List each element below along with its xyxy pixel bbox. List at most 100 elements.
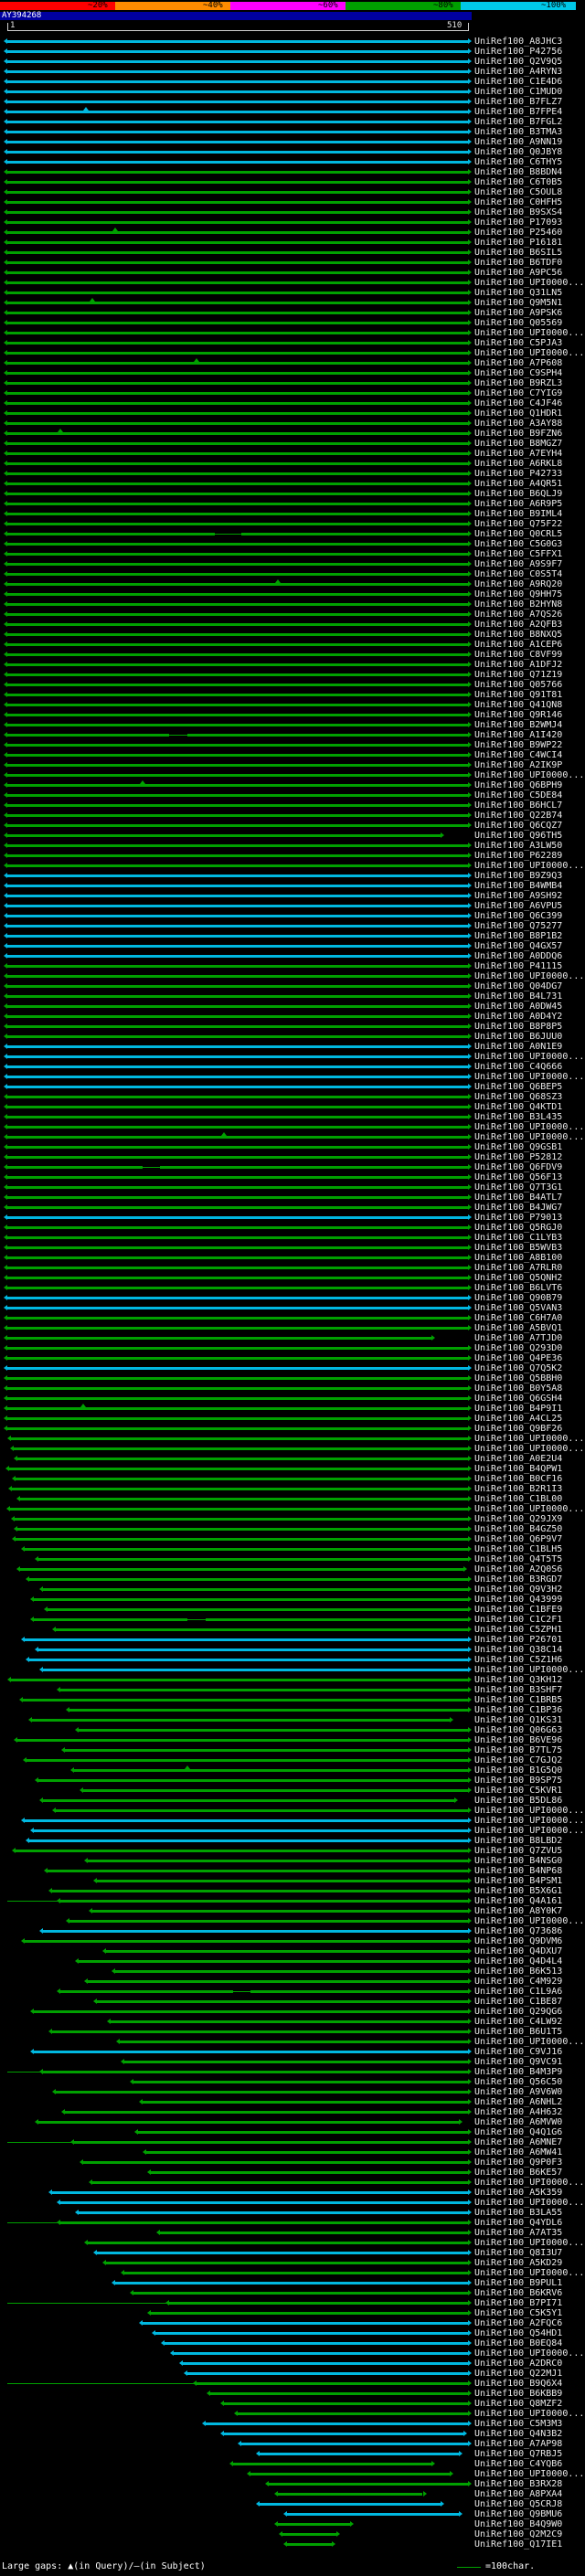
hit-bar[interactable]: [79, 1729, 468, 1732]
hit-label[interactable]: UniRef100_Q6BEP5: [474, 1083, 562, 1092]
hit-bar[interactable]: [7, 864, 468, 867]
hit-label[interactable]: UniRef100_B9Z9Q3: [474, 872, 562, 881]
hit-bar[interactable]: [7, 653, 468, 656]
hit-label[interactable]: UniRef100_B9WP22: [474, 741, 562, 750]
hit-label[interactable]: UniRef100_B3L435: [474, 1113, 562, 1122]
hit-bar[interactable]: [197, 2382, 468, 2385]
hit-bar[interactable]: [7, 482, 468, 485]
hit-label[interactable]: UniRef100_Q8MZF2: [474, 2400, 562, 2409]
hit-bar[interactable]: [7, 573, 468, 576]
hit-bar[interactable]: [38, 1558, 468, 1561]
hit-label[interactable]: UniRef100_B9PUL1: [474, 2279, 562, 2288]
hit-bar[interactable]: [7, 804, 468, 807]
hit-label[interactable]: UniRef100_C4LW92: [474, 2018, 562, 2027]
hit-bar[interactable]: [7, 523, 468, 525]
hit-bar[interactable]: [151, 2312, 468, 2315]
hit-label[interactable]: UniRef100_B3LA55: [474, 2209, 562, 2218]
hit-label[interactable]: UniRef100_C5K5Y1: [474, 2309, 562, 2318]
hit-label[interactable]: UniRef100_A6MNE7: [474, 2138, 562, 2147]
hit-label[interactable]: UniRef100_Q4N3B2: [474, 2430, 562, 2439]
hit-bar[interactable]: [7, 402, 468, 405]
hit-bar[interactable]: [7, 171, 468, 174]
hit-label[interactable]: UniRef100_UPI0000...: [474, 1917, 584, 1926]
hit-bar[interactable]: [7, 101, 468, 103]
hit-bar[interactable]: [7, 60, 468, 63]
hit-label[interactable]: UniRef100_Q1HDR1: [474, 409, 562, 419]
hit-label[interactable]: UniRef100_Q5VAN3: [474, 1304, 562, 1313]
hit-bar[interactable]: [7, 141, 468, 143]
hit-bar[interactable]: [7, 563, 468, 566]
hit-label[interactable]: UniRef100_UPI0000...: [474, 2038, 584, 2047]
hit-label[interactable]: UniRef100_Q38C14: [474, 1646, 562, 1655]
hit-bar[interactable]: [29, 1578, 468, 1581]
hit-label[interactable]: UniRef100_A4QR51: [474, 480, 562, 489]
hit-label[interactable]: UniRef100_UPI0000...: [474, 1053, 584, 1062]
hit-label[interactable]: UniRef100_C4YQB6: [474, 2460, 562, 2469]
hit-bar[interactable]: [56, 2091, 468, 2094]
hit-bar[interactable]: [7, 673, 468, 676]
hit-bar[interactable]: [43, 1588, 468, 1591]
hit-bar[interactable]: [17, 1739, 468, 1742]
hit-bar[interactable]: [60, 1689, 468, 1691]
hit-label[interactable]: UniRef100_P25460: [474, 228, 562, 238]
hit-label[interactable]: UniRef100_A2IK9P: [474, 761, 562, 770]
hit-bar[interactable]: [34, 1598, 468, 1601]
hit-label[interactable]: UniRef100_C6T0B5: [474, 178, 562, 187]
hit-bar[interactable]: [7, 1246, 468, 1249]
hit-label[interactable]: UniRef100_B6JUU0: [474, 1033, 562, 1042]
hit-label[interactable]: UniRef100_C4Q666: [474, 1063, 562, 1072]
hit-label[interactable]: UniRef100_Q7ZVU5: [474, 1847, 562, 1856]
hit-bar[interactable]: [7, 965, 468, 968]
hit-bar[interactable]: [7, 633, 468, 636]
hit-bar[interactable]: [187, 734, 468, 737]
hit-bar[interactable]: [7, 1186, 468, 1189]
hit-bar[interactable]: [52, 2030, 468, 2033]
hit-bar[interactable]: [20, 1498, 468, 1500]
hit-label[interactable]: UniRef100_UPI0000...: [474, 2199, 584, 2208]
hit-label[interactable]: UniRef100_UPI0000...: [474, 862, 584, 871]
hit-label[interactable]: UniRef100_Q4A161: [474, 1897, 562, 1906]
hit-label[interactable]: UniRef100_A9PSK6: [474, 309, 562, 318]
hit-bar[interactable]: [7, 422, 468, 425]
hit-bar[interactable]: [282, 2533, 336, 2536]
hit-label[interactable]: UniRef100_B0Y5A8: [474, 1384, 562, 1394]
hit-label[interactable]: UniRef100_A3LW50: [474, 842, 562, 851]
hit-bar[interactable]: [7, 593, 468, 596]
hit-label[interactable]: UniRef100_B4P9I1: [474, 1405, 562, 1414]
hit-label[interactable]: UniRef100_B0EQ84: [474, 2339, 562, 2348]
hit-label[interactable]: UniRef100_Q5QNH2: [474, 1274, 562, 1283]
hit-bar[interactable]: [25, 1819, 468, 1822]
hit-bar[interactable]: [7, 1277, 468, 1279]
hit-label[interactable]: UniRef100_B8P8P5: [474, 1023, 562, 1032]
hit-label[interactable]: UniRef100_C6THY5: [474, 158, 562, 167]
hit-label[interactable]: UniRef100_A4RYN3: [474, 68, 562, 77]
hit-bar[interactable]: [7, 452, 468, 455]
hit-label[interactable]: UniRef100_P42733: [474, 470, 562, 479]
hit-bar[interactable]: [7, 40, 468, 43]
hit-label[interactable]: UniRef100_A0DW45: [474, 1002, 562, 1012]
hit-bar[interactable]: [7, 1337, 431, 1340]
hit-bar[interactable]: [7, 412, 468, 415]
hit-label[interactable]: UniRef100_C1BP36: [474, 1706, 562, 1715]
hit-label[interactable]: UniRef100_C5DE84: [474, 791, 562, 800]
hit-bar[interactable]: [7, 382, 468, 385]
hit-label[interactable]: UniRef100_UPI0000...: [474, 2470, 584, 2479]
hit-bar[interactable]: [34, 1618, 187, 1621]
hit-label[interactable]: UniRef100_A8Y0K7: [474, 1907, 562, 1916]
hit-bar[interactable]: [7, 151, 468, 154]
hit-label[interactable]: UniRef100_UPI0000...: [474, 279, 584, 288]
hit-label[interactable]: UniRef100_C5M3M3: [474, 2420, 562, 2429]
hit-bar[interactable]: [7, 342, 468, 345]
hit-bar[interactable]: [206, 2422, 468, 2425]
hit-bar[interactable]: [7, 875, 468, 877]
hit-bar[interactable]: [11, 1679, 468, 1681]
hit-label[interactable]: UniRef100_B8NXQ5: [474, 631, 562, 640]
hit-label[interactable]: UniRef100_Q05766: [474, 681, 562, 690]
hit-label[interactable]: UniRef100_A1DFJ2: [474, 661, 562, 670]
hit-bar[interactable]: [7, 543, 468, 546]
hit-bar[interactable]: [7, 1116, 468, 1118]
hit-label[interactable]: UniRef100_B6QLJ9: [474, 490, 562, 499]
hit-label[interactable]: UniRef100_C7YIG9: [474, 389, 562, 398]
hit-bar[interactable]: [79, 1960, 468, 1963]
hit-label[interactable]: UniRef100_Q04DG7: [474, 982, 562, 991]
